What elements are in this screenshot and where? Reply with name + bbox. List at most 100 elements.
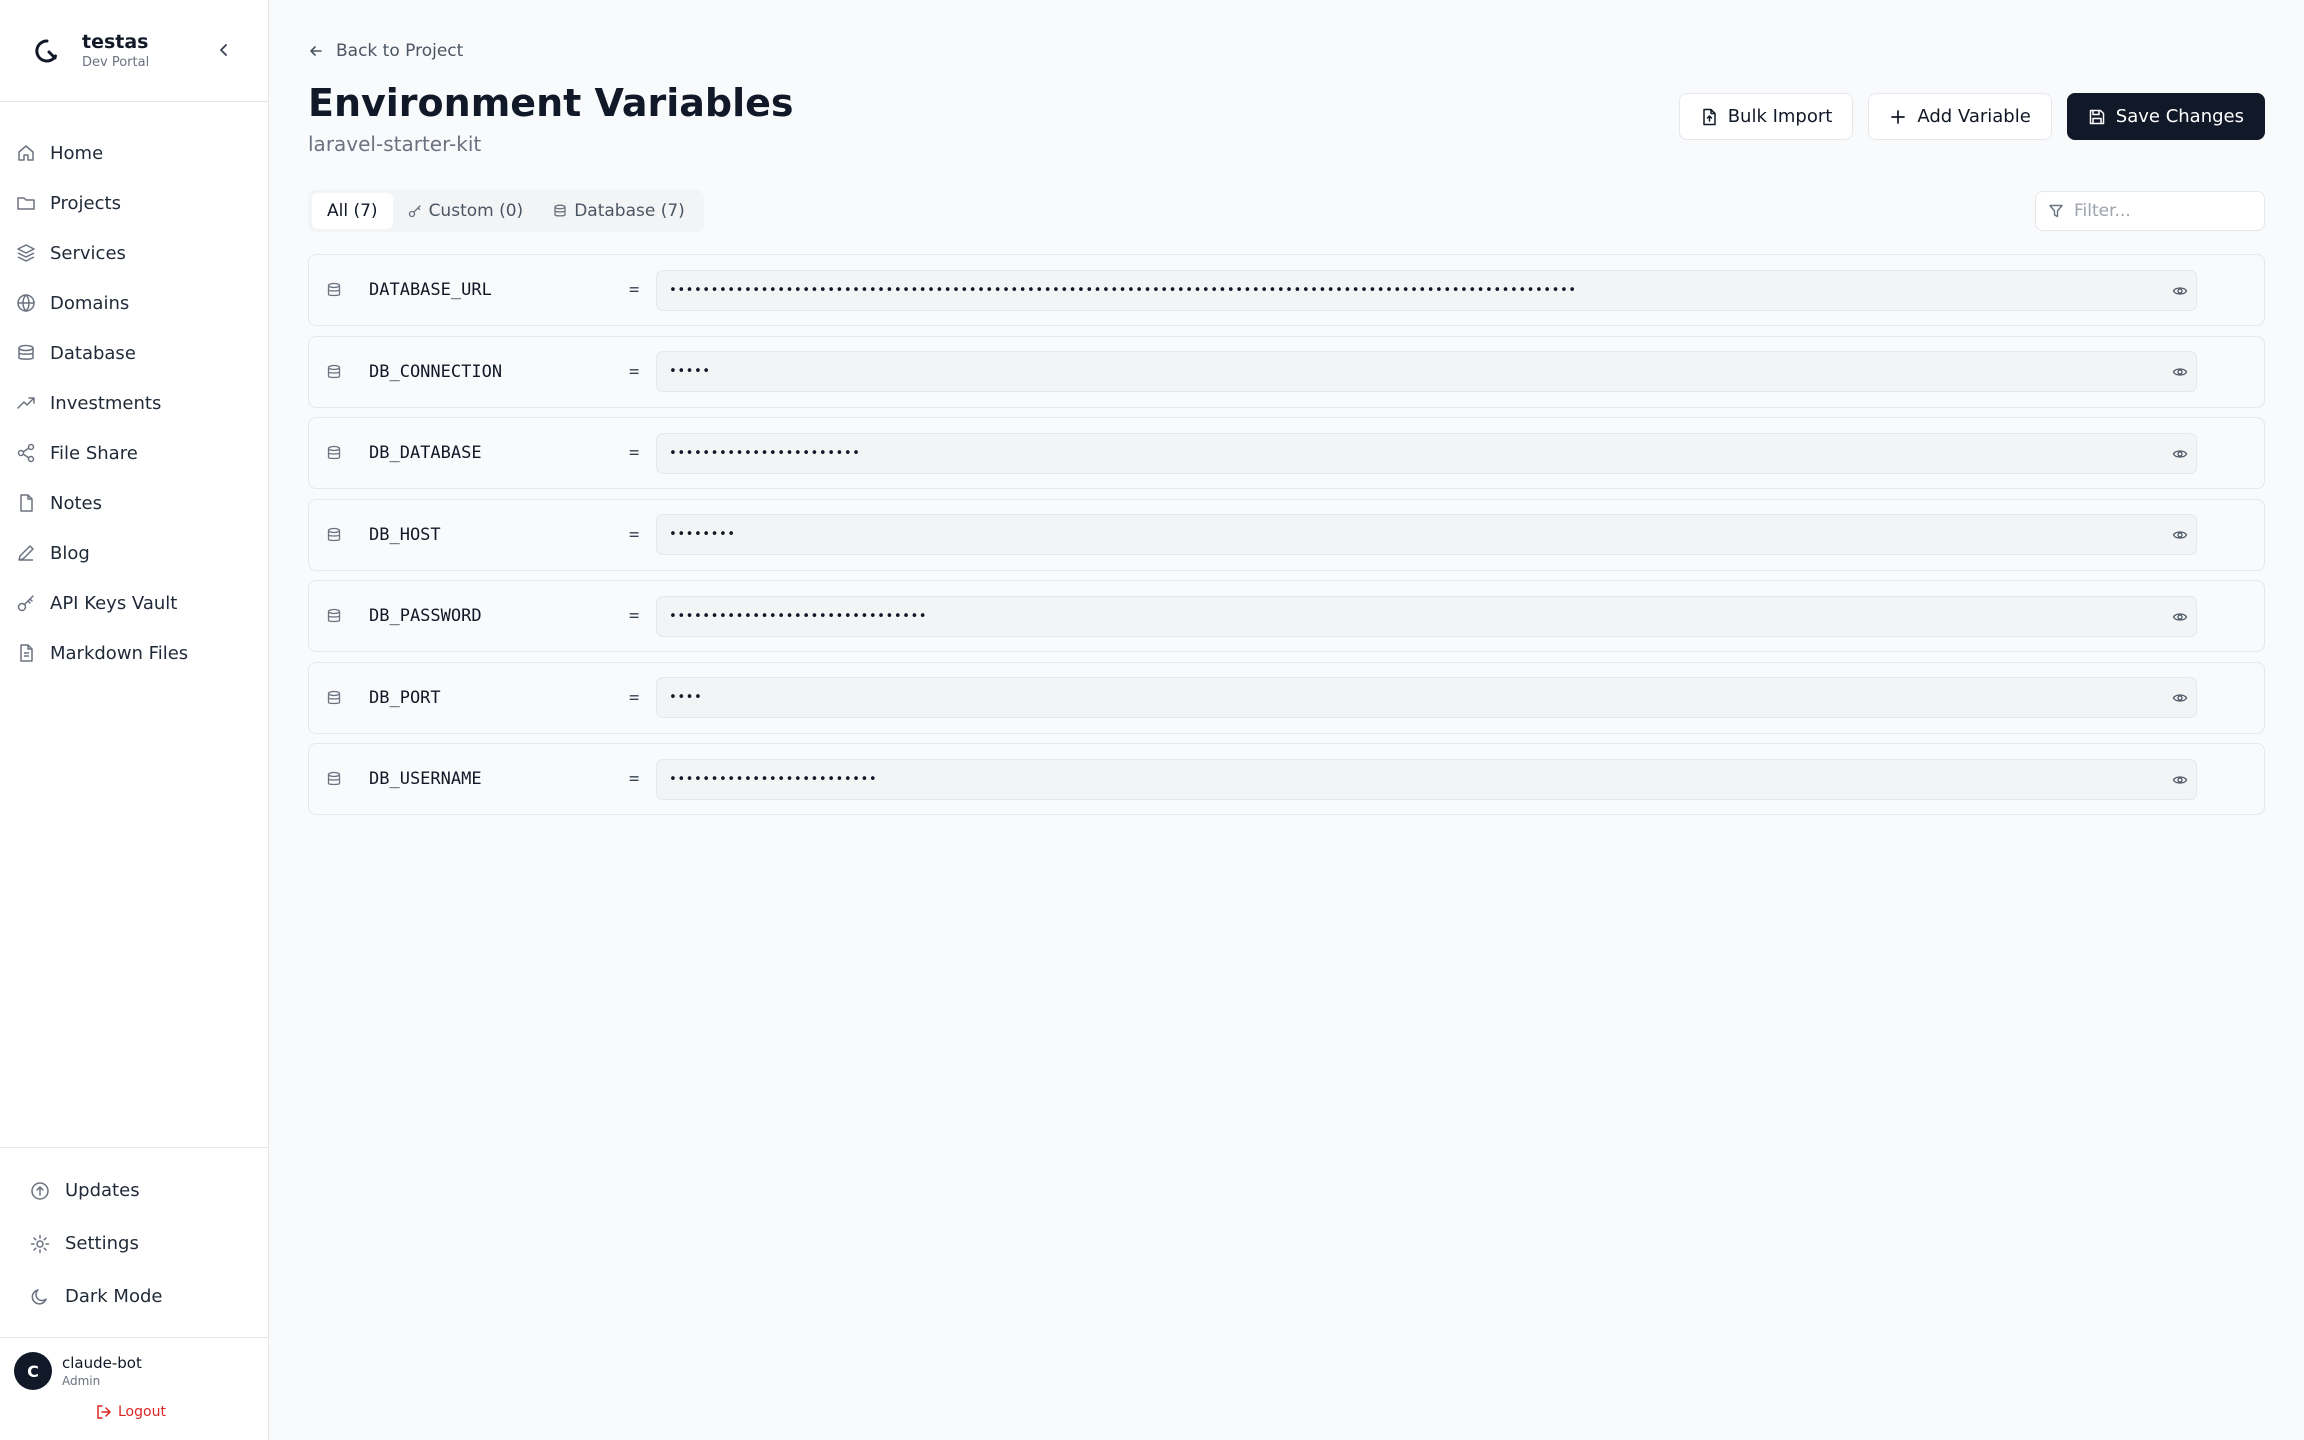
sidebar-item-home[interactable]: Home	[0, 128, 268, 178]
show-value-eye-icon[interactable]	[2170, 688, 2190, 708]
sidebar-item-label: Services	[50, 242, 126, 264]
sidebar-item-settings[interactable]: Settings	[0, 1217, 268, 1270]
avatar[interactable]: C	[14, 1352, 52, 1390]
database-icon	[554, 204, 566, 217]
variable-value-field[interactable]: ••••••••	[656, 514, 2197, 555]
brand-header: testas Dev Portal	[0, 0, 268, 102]
back-link-label: Back to Project	[336, 41, 464, 61]
sidebar-item-label: File Share	[50, 442, 138, 464]
bulk-import-button[interactable]: Bulk Import	[1678, 93, 1854, 140]
variable-key[interactable]: DATABASE_URL	[369, 280, 629, 300]
dark-mode-toggle[interactable]: Dark Mode	[0, 1270, 268, 1323]
show-value-eye-icon[interactable]	[2170, 362, 2190, 382]
sidebar-item-domains[interactable]: Domains	[0, 278, 268, 328]
tab-database[interactable]: Database (7)	[538, 193, 700, 229]
back-to-project-link[interactable]: Back to Project	[308, 40, 2265, 62]
variable-value-field[interactable]: •••••••••••••••••••••••••	[656, 758, 2197, 800]
variable-row: DB_USERNAME = •••••••••••••••••••••••••	[308, 743, 2265, 815]
equals-sign: =	[629, 606, 640, 626]
sidebar-item-label: Domains	[50, 292, 130, 314]
sidebar-item-notes[interactable]: Notes	[0, 478, 268, 528]
sidebar-item-label: Markdown Files	[50, 642, 189, 664]
equals-sign: =	[629, 280, 640, 300]
show-value-eye-icon[interactable]	[2170, 281, 2190, 301]
logout-button[interactable]: Logout	[96, 1404, 254, 1420]
variable-value-field[interactable]: •••••••••••••••••••••••••••••••	[656, 595, 2197, 637]
sidebar-item-updates[interactable]: Updates	[0, 1164, 268, 1217]
database-icon	[324, 364, 344, 380]
show-value-eye-icon[interactable]	[2170, 607, 2190, 627]
file-icon	[16, 493, 36, 513]
equals-sign: =	[629, 443, 640, 463]
sidebar-item-file-share[interactable]: File Share	[0, 428, 268, 478]
brand-name: testas	[82, 30, 149, 53]
variable-value-field[interactable]: ••••	[656, 677, 2197, 718]
sidebar-item-blog[interactable]: Blog	[0, 528, 268, 578]
equals-sign: =	[629, 524, 640, 545]
filter-box	[2035, 191, 2265, 231]
masked-value: •••••••••••••••••••••••••••••••	[669, 608, 928, 624]
app-logo-icon	[32, 36, 62, 66]
variable-key[interactable]: DB_PASSWORD	[369, 606, 629, 626]
masked-value: •••••	[669, 364, 711, 379]
equals-sign: =	[629, 769, 640, 789]
sidebar-item-label: API Keys Vault	[50, 592, 178, 614]
filter-input[interactable]	[2074, 201, 2254, 221]
filter-icon	[2049, 204, 2063, 218]
database-icon	[324, 445, 344, 461]
key-icon	[16, 593, 36, 613]
sidebar-item-investments[interactable]: Investments	[0, 378, 268, 428]
sidebar-item-services[interactable]: Services	[0, 228, 268, 278]
show-value-eye-icon[interactable]	[2170, 770, 2190, 790]
logout-icon	[97, 1405, 111, 1419]
moon-icon	[30, 1287, 50, 1307]
show-value-eye-icon[interactable]	[2170, 444, 2190, 464]
sidebar-item-database[interactable]: Database	[0, 328, 268, 378]
user-role: Admin	[62, 1373, 101, 1388]
file-upload-icon	[1702, 108, 1716, 125]
sidebar-item-label: Settings	[65, 1233, 139, 1254]
masked-value: ••••••••••••••••••••••••••••••••••••••••…	[669, 282, 1577, 298]
sidebar-bottom: Updates Settings Dark Mode	[0, 1147, 268, 1337]
variable-key[interactable]: DB_PORT	[369, 688, 629, 708]
database-icon	[324, 608, 344, 624]
variable-row: DB_PORT = ••••	[308, 661, 2265, 734]
variable-key[interactable]: DB_CONNECTION	[369, 362, 629, 382]
sidebar: testas Dev Portal Home Projects Services	[0, 0, 269, 1440]
filter-toolbar: All (7) Custom (0) Database (7)	[308, 190, 2265, 232]
sidebar-item-label: Dark Mode	[65, 1286, 163, 1307]
sidebar-item-label: Home	[50, 142, 104, 164]
variable-value-field[interactable]: •••••••••••••••••••••••	[656, 432, 2197, 474]
gear-icon	[30, 1234, 50, 1254]
sidebar-item-projects[interactable]: Projects	[0, 178, 268, 228]
sidebar-item-markdown-files[interactable]: Markdown Files	[0, 628, 268, 678]
show-value-eye-icon[interactable]	[2170, 525, 2190, 545]
variable-key[interactable]: DB_DATABASE	[369, 443, 629, 463]
page-header: Environment Variables laravel-starter-ki…	[308, 78, 2265, 156]
plus-icon	[1891, 109, 1906, 124]
variable-row: DB_PASSWORD = ••••••••••••••••••••••••••…	[308, 580, 2265, 652]
variable-value-field[interactable]: ••••••••••••••••••••••••••••••••••••••••…	[656, 269, 2197, 311]
variable-key[interactable]: DB_HOST	[369, 525, 629, 545]
add-variable-button[interactable]: Add Variable	[1868, 93, 2052, 140]
save-changes-label: Save Changes	[2115, 106, 2244, 127]
variable-tabs: All (7) Custom (0) Database (7)	[308, 190, 704, 232]
variable-value-field[interactable]: •••••	[656, 351, 2197, 392]
masked-value: •••••••••••••••••••••••••	[669, 771, 878, 787]
tab-custom[interactable]: Custom (0)	[393, 193, 539, 229]
sidebar-item-label: Blog	[50, 542, 90, 564]
trending-up-icon	[16, 393, 36, 413]
database-icon	[324, 771, 344, 787]
save-changes-button[interactable]: Save Changes	[2066, 93, 2265, 140]
variable-key[interactable]: DB_USERNAME	[369, 769, 629, 789]
sidebar-nav: Home Projects Services Domains Database …	[0, 102, 268, 1147]
brand-subtitle: Dev Portal	[82, 54, 150, 70]
file-text-icon	[16, 643, 36, 663]
tab-all[interactable]: All (7)	[312, 193, 393, 229]
database-icon	[324, 282, 344, 298]
sidebar-item-api-keys-vault[interactable]: API Keys Vault	[0, 578, 268, 628]
sidebar-item-label: Notes	[50, 492, 102, 514]
upload-circle-icon	[30, 1181, 50, 1201]
variable-row: DB_HOST = ••••••••	[308, 498, 2265, 571]
collapse-sidebar-icon[interactable]	[212, 38, 236, 62]
